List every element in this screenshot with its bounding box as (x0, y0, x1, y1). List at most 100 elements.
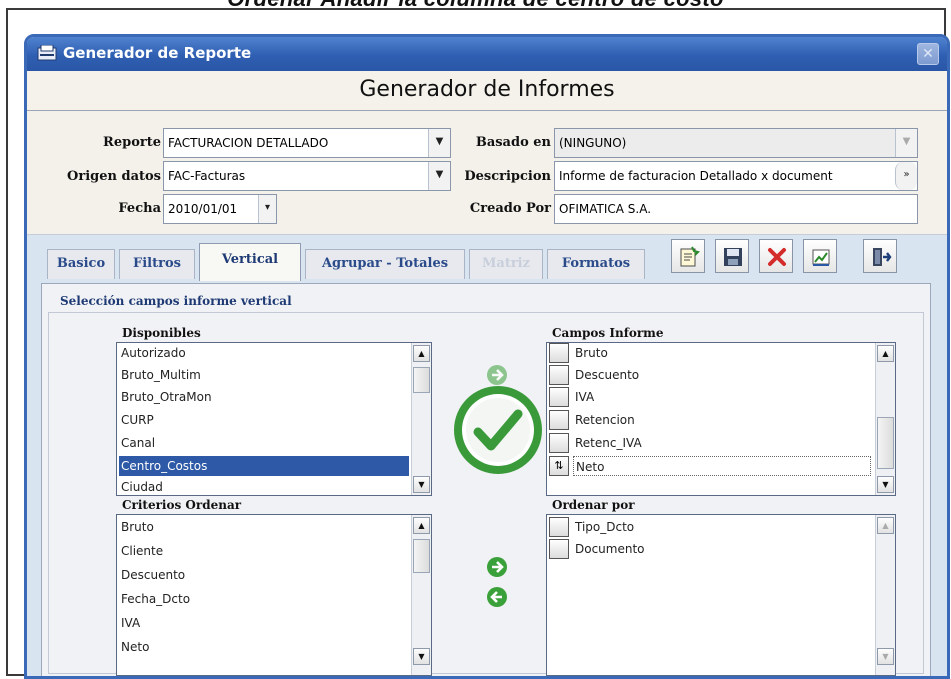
page-title: Generador de Informes (359, 77, 615, 102)
report-app-icon (37, 45, 57, 61)
scroll-down-icon[interactable]: ▼ (877, 648, 894, 665)
disponibles-scrollbar[interactable]: ▲ ▼ (411, 343, 431, 495)
creado-por-value: OFIMATICA S.A. (559, 202, 652, 216)
fecha-field[interactable]: 2010/01/01 ▾ (163, 194, 277, 224)
tabs-row: Basico Filtros Vertical Agrupar - Totale… (27, 235, 947, 285)
window-titlebar[interactable]: Generador de Reporte ✕ (27, 37, 947, 71)
basado-en-select[interactable]: (NINGUNO) ▼ (554, 128, 918, 158)
campos-informe-list[interactable]: Bruto Descuento IVA Retencion Retenc_IVA… (546, 342, 896, 496)
field-option-box[interactable] (549, 433, 569, 453)
list-item[interactable]: Bruto (573, 343, 863, 363)
list-item[interactable]: Bruto_OtraMon (119, 387, 409, 407)
scroll-thumb[interactable] (413, 539, 430, 573)
field-option-box[interactable] (549, 365, 569, 385)
floppy-disk-icon (724, 248, 742, 266)
ordenar-por-list[interactable]: Tipo_Dcto Documento ▲ ▼ (546, 514, 896, 676)
scroll-up-icon[interactable]: ▲ (877, 345, 894, 362)
scroll-thumb[interactable] (413, 367, 430, 393)
scroll-down-icon[interactable]: ▼ (413, 476, 430, 493)
list-item[interactable]: Fecha_Dcto (119, 589, 409, 609)
tab-formatos[interactable]: Formatos (547, 249, 645, 279)
scroll-up-icon[interactable]: ▲ (877, 517, 894, 534)
basado-en-dropdown-icon[interactable]: ▼ (895, 129, 917, 157)
chart-icon (812, 249, 830, 266)
tab-agrupar-totales[interactable]: Agrupar - Totales (305, 249, 465, 279)
reporte-value: FACTURACION DETALLADO (168, 136, 329, 150)
save-button[interactable] (715, 239, 749, 273)
tab-vertical[interactable]: Vertical (199, 243, 301, 281)
criterios-ordenar-label: Criterios Ordenar (122, 498, 242, 512)
list-item[interactable]: Bruto (119, 517, 409, 537)
list-item[interactable]: Canal (119, 433, 409, 453)
descripcion-value: Informe de facturacion Detallado x docum… (559, 169, 833, 183)
list-item[interactable]: Retencion (573, 410, 863, 430)
ordenar-por-label: Ordenar por (552, 498, 635, 512)
header-band: Generador de Informes (27, 71, 947, 111)
list-item[interactable]: CURP (119, 410, 409, 430)
list-item[interactable]: Autorizado (119, 343, 409, 363)
ordenar-scrollbar[interactable]: ▲ ▼ (875, 515, 895, 675)
list-item[interactable]: Cliente (119, 541, 409, 561)
list-item[interactable]: Documento (573, 539, 863, 559)
list-item[interactable]: Bruto_Multim (119, 365, 409, 385)
campos-scrollbar[interactable]: ▲ ▼ (875, 343, 895, 495)
chart-button[interactable] (803, 239, 837, 273)
window-close-button[interactable]: ✕ (917, 43, 939, 65)
criterios-scrollbar[interactable]: ▲ ▼ (411, 515, 431, 675)
list-item[interactable]: Descuento (573, 365, 863, 385)
list-item[interactable]: IVA (119, 613, 409, 633)
origen-datos-select[interactable]: FAC-Facturas ▼ (163, 161, 451, 191)
new-report-button[interactable] (671, 239, 705, 273)
scroll-down-icon[interactable]: ▼ (877, 476, 894, 493)
add-sort-arrow-icon[interactable] (486, 556, 508, 578)
field-option-box[interactable] (549, 517, 569, 537)
basado-en-label: Basado en (475, 135, 551, 150)
creado-por-label: Creado Por (469, 201, 551, 216)
fecha-dropdown-icon[interactable]: ▾ (258, 195, 276, 223)
reporte-label: Reporte (103, 135, 161, 150)
fecha-value: 2010/01/01 (168, 202, 238, 216)
list-item[interactable]: Retenc_IVA (573, 433, 863, 453)
disponibles-label: Disponibles (122, 326, 201, 340)
sort-order-icon[interactable]: ⇅ (549, 456, 569, 476)
descripcion-expand-icon[interactable]: » (895, 162, 917, 190)
reporte-dropdown-icon[interactable]: ▼ (428, 129, 450, 157)
scroll-up-icon[interactable]: ▲ (413, 517, 430, 534)
remove-sort-arrow-icon[interactable] (486, 586, 508, 608)
delete-button[interactable] (759, 239, 793, 273)
tab-filtros[interactable]: Filtros (119, 249, 195, 279)
origen-datos-value: FAC-Facturas (168, 169, 246, 183)
list-item-focused[interactable]: Neto (573, 456, 871, 476)
field-option-box[interactable] (549, 387, 569, 407)
criterios-ordenar-list[interactable]: Bruto Cliente Descuento Fecha_Dcto IVA N… (116, 514, 432, 676)
tab-basico[interactable]: Basico (47, 249, 115, 279)
fecha-label: Fecha (118, 201, 161, 216)
descripcion-field[interactable]: Informe de facturacion Detallado x docum… (554, 161, 918, 191)
campos-informe-label: Campos Informe (552, 326, 664, 340)
list-item[interactable]: IVA (573, 387, 863, 407)
new-document-icon (680, 246, 700, 267)
list-item[interactable]: Descuento (119, 565, 409, 585)
report-form: Reporte FACTURACION DETALLADO ▼ Origen d… (27, 111, 947, 235)
delete-x-icon (768, 248, 786, 266)
exit-button[interactable] (863, 239, 897, 273)
field-option-box[interactable] (549, 539, 569, 559)
creado-por-field[interactable]: OFIMATICA S.A. (554, 194, 918, 224)
list-item[interactable]: Ciudad (119, 477, 409, 495)
field-option-box[interactable] (549, 343, 569, 363)
list-item-selected[interactable]: Centro_Costos (119, 456, 409, 476)
scroll-thumb[interactable] (877, 417, 894, 469)
origen-datos-label: Origen datos (67, 169, 161, 184)
scroll-down-icon[interactable]: ▼ (413, 648, 430, 665)
reporte-select[interactable]: FACTURACION DETALLADO ▼ (163, 128, 451, 158)
disponibles-list[interactable]: Autorizado Bruto_Multim Bruto_OtraMon CU… (116, 342, 432, 496)
field-option-box[interactable] (549, 410, 569, 430)
tab-matriz: Matriz (469, 249, 543, 279)
list-item[interactable]: Neto (119, 637, 409, 657)
exit-door-icon (873, 248, 892, 266)
success-check-icon (454, 386, 542, 474)
report-generator-window: Generador de Reporte ✕ Generador de Info… (24, 34, 950, 679)
add-field-arrow-icon[interactable] (486, 364, 508, 386)
list-item[interactable]: Tipo_Dcto (573, 517, 863, 537)
scroll-up-icon[interactable]: ▲ (413, 345, 430, 362)
